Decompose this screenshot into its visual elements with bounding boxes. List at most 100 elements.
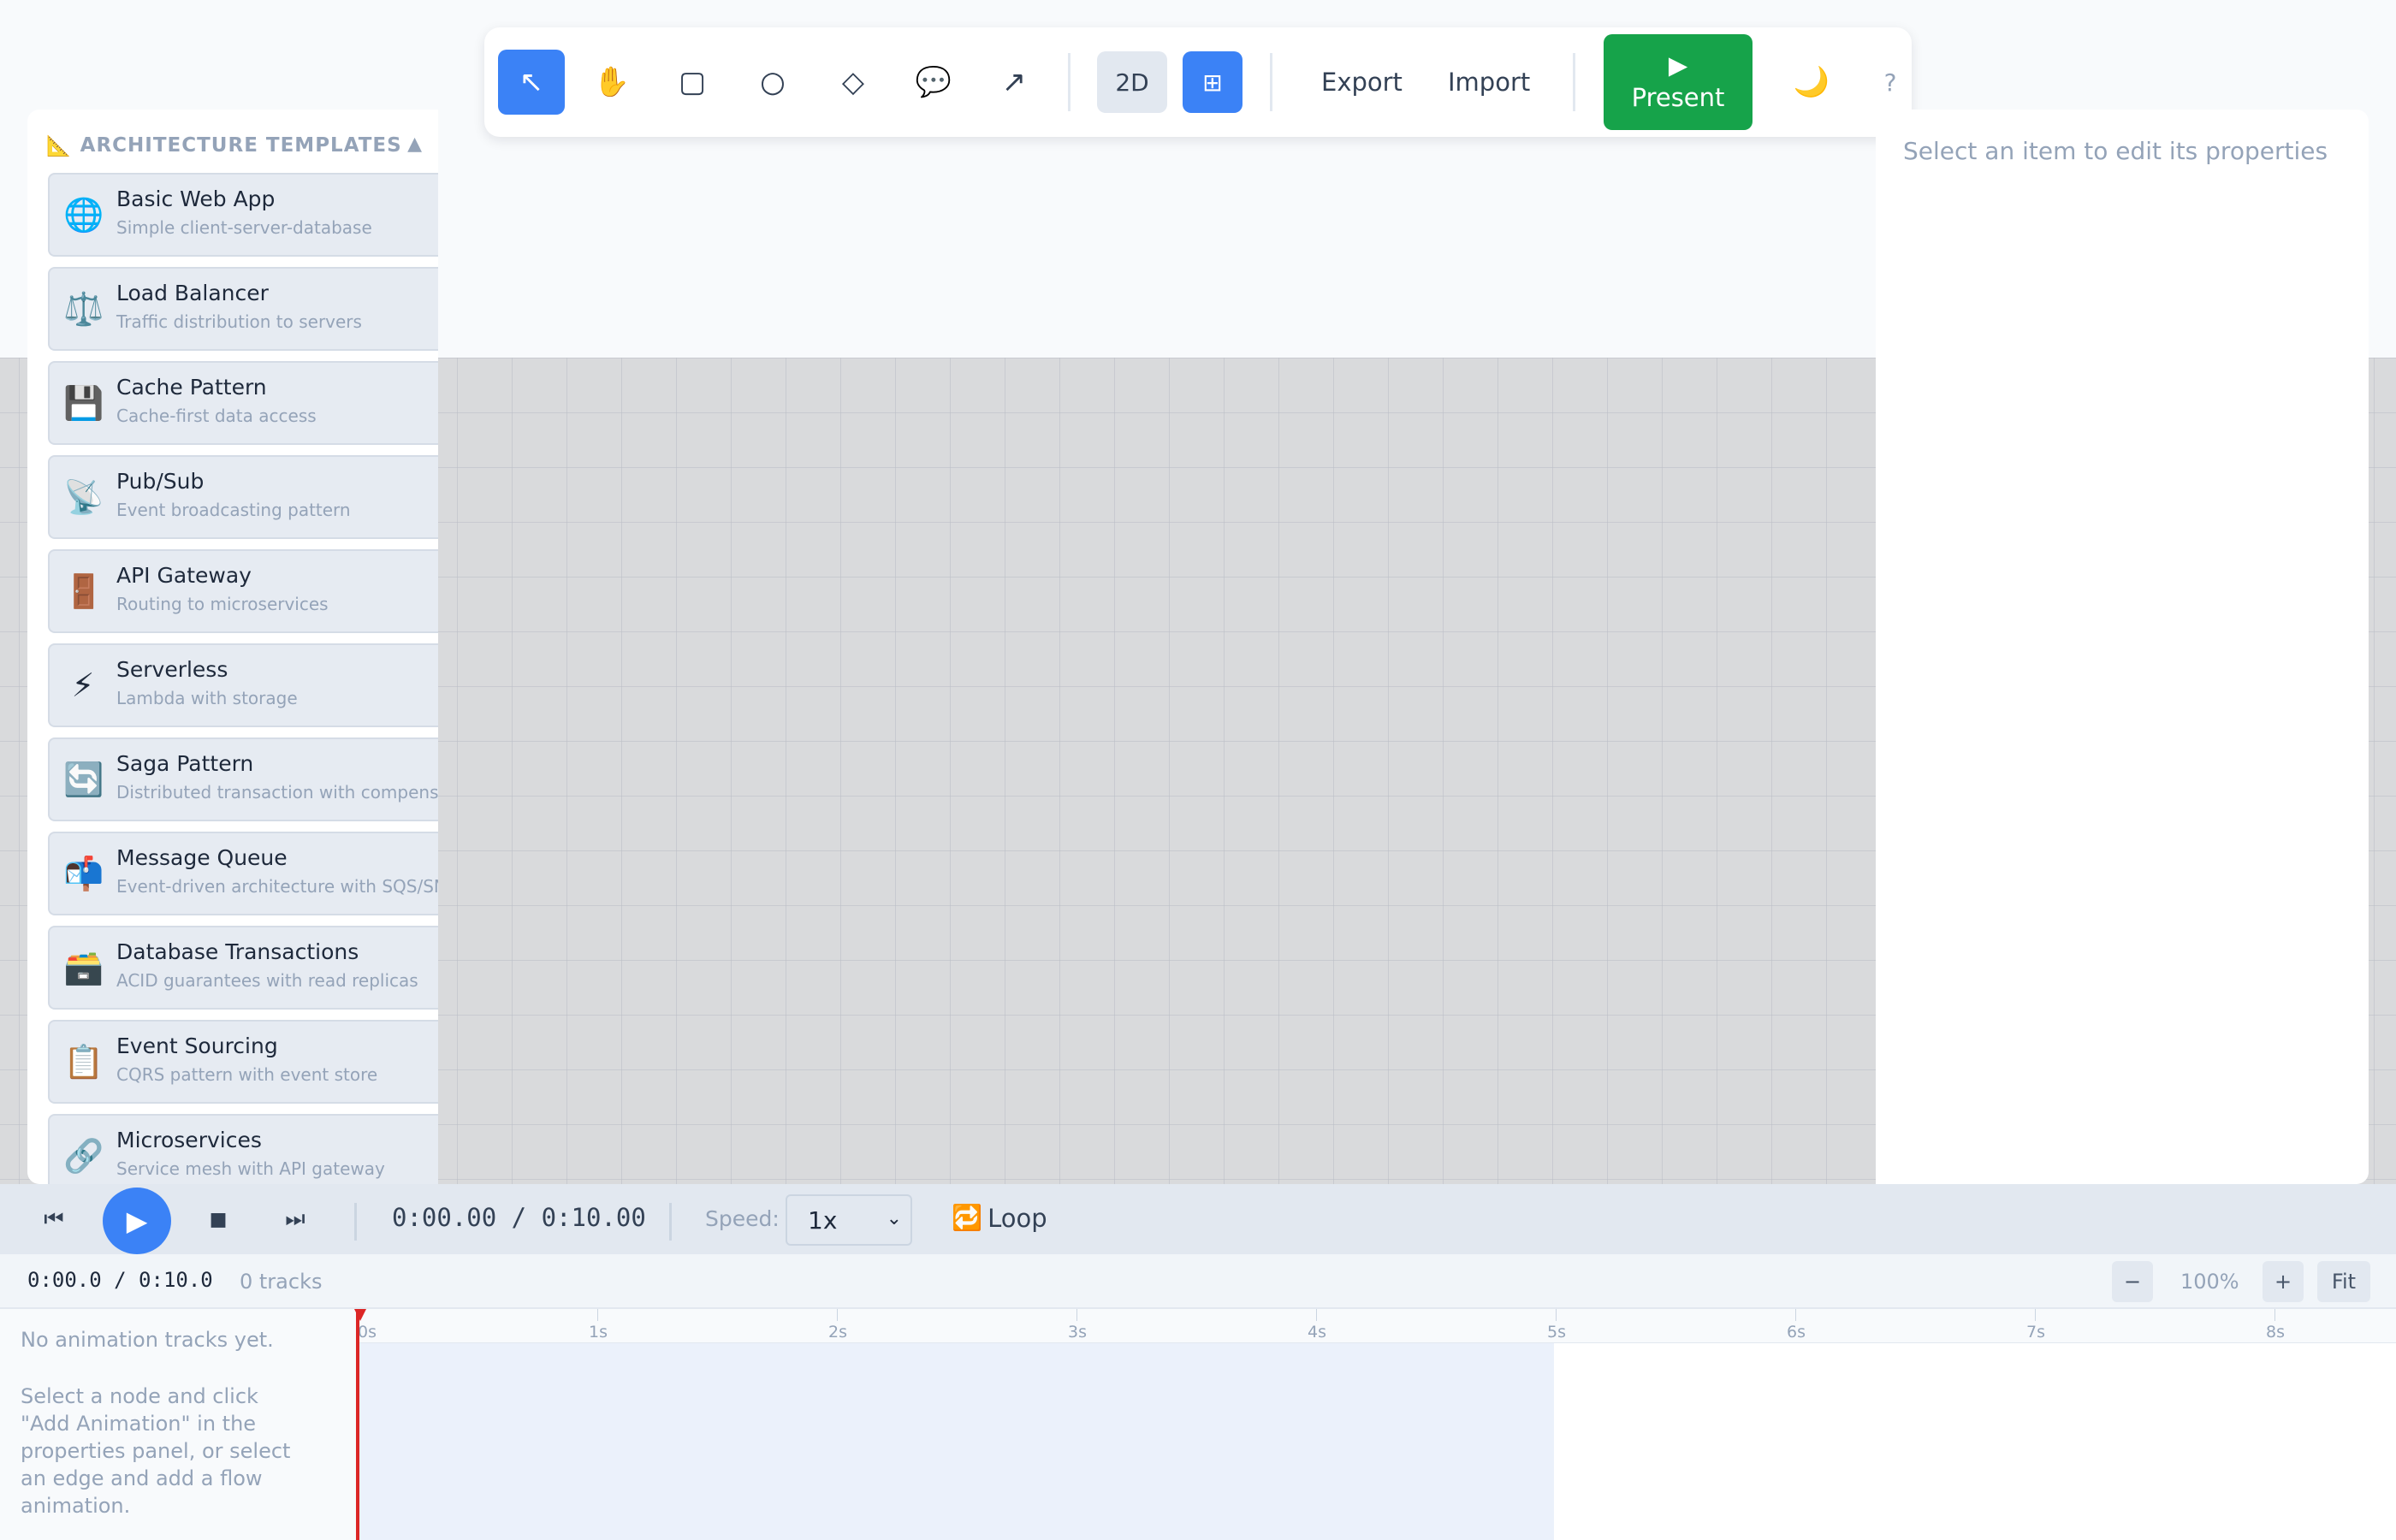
ruler-label: 3s [1068,1323,1087,1342]
toolbar: ↖ ✋ ▢ ○ ◇ 💬 ↗ 2D ⊞ Export Import ▶ Prese… [484,27,1912,137]
playback-bar: ⏮ ▶ ■ ⏭ 0:00.00 / 0:10.00 Speed: 1x ⌄ 🔁 … [0,1184,2396,1254]
playhead[interactable] [356,1309,359,1540]
ruler-label: 7s [2026,1323,2045,1342]
template-title: Load Balancer [116,281,269,305]
ruler-label: 6s [1787,1323,1806,1342]
present-button[interactable]: ▶ Present [1604,34,1753,130]
template-icon: 🌐 [63,196,104,234]
ruler-tick [1316,1309,1317,1321]
template-item[interactable]: 📋 Event Sourcing CQRS pattern with event s… [48,1020,438,1104]
ruler-label: 8s [2266,1323,2285,1342]
timeline-empty-description: Select a node and click "Add Animation" … [21,1384,291,1518]
template-title: Cache Pattern [116,375,267,400]
template-title: Event Sourcing [116,1034,278,1058]
template-icon: 🚪 [63,572,104,610]
zoom-fit-button[interactable]: Fit [2317,1261,2370,1302]
template-description: Lambda with storage [116,688,298,708]
pan-tool-button[interactable]: ✋ [578,50,645,115]
template-title: Message Queue [116,845,288,870]
toolbar-divider [1573,53,1575,111]
loop-toggle[interactable]: 🔁 Loop [952,1203,1047,1233]
zoom-in-button[interactable]: + [2263,1261,2304,1302]
chevron-down-icon: ⌄ [886,1208,902,1229]
ruler-label: 0s [358,1323,377,1342]
zoom-out-button[interactable]: − [2112,1261,2153,1302]
import-button[interactable]: Import [1448,50,1530,115]
template-item[interactable]: 🚪 API Gateway Routing to microservices [48,549,438,633]
diamond-tool-button[interactable]: ◇ [820,50,887,115]
timeline-active-range[interactable] [358,1343,1554,1540]
template-icon: ⚡ [71,666,95,704]
template-item[interactable]: 🌐 Basic Web App Simple client-server-datab… [48,173,438,257]
timeline-time: 0:00.0 / 0:10.0 [27,1268,213,1292]
present-label: Present [1631,83,1725,112]
template-item[interactable]: 💾 Cache Pattern Cache-first data access [48,361,438,445]
template-description: Distributed transaction with compensatio… [116,782,438,803]
play-button[interactable]: ▶ [103,1188,171,1254]
template-item[interactable]: 🗃️ Database Transactions ACID guarantees w… [48,926,438,1010]
template-title: Basic Web App [116,187,276,211]
help-button[interactable]: ? [1857,50,1924,115]
templates-sidebar: 📐 ARCHITECTURE TEMPLATES ▲ 🌐 Basic Web Ap… [27,110,438,1184]
ruler-tick [1556,1309,1557,1321]
template-title: Pub/Sub [116,469,205,494]
circle-tool-button[interactable]: ○ [739,50,806,115]
template-icon: 🔄 [63,761,104,798]
template-icon: 📬 [63,855,104,892]
ruler-label: 2s [828,1323,847,1342]
view-2d-toggle[interactable]: 2D [1097,51,1167,113]
template-item[interactable]: 🔄 Saga Pattern Distributed transaction wit… [48,737,438,821]
template-description: Service mesh with API gateway [116,1158,385,1179]
template-description: Simple client-server-database [116,217,372,238]
skip-forward-icon[interactable]: ⏭ [272,1196,318,1242]
template-title: API Gateway [116,563,252,588]
template-item[interactable]: 📬 Message Queue Event-driven architecture … [48,832,438,915]
zoom-level: 100% [2180,1270,2239,1294]
template-title: Saga Pattern [116,751,254,776]
ruler-tick [597,1309,598,1321]
template-description: ACID guarantees with read replicas [116,970,418,991]
template-title: Microservices [116,1128,262,1152]
loop-icon: 🔁 [952,1203,983,1232]
ruler-label: 5s [1547,1323,1566,1342]
ruler-tick [1795,1309,1796,1321]
select-tool-button[interactable]: ↖ [498,50,565,115]
template-item[interactable]: ⚡ Serverless Lambda with storage [48,643,438,727]
ruler-label: 1s [589,1323,608,1342]
template-icon: 🗃️ [63,949,104,986]
timeline-empty-title: No animation tracks yet. [21,1328,274,1352]
track-count: 0 tracks [240,1270,323,1294]
templates-header[interactable]: 📐 ARCHITECTURE TEMPLATES ▲ [46,128,423,163]
template-description: Routing to microservices [116,594,329,614]
speed-select[interactable]: 1x ⌄ [786,1194,912,1246]
ruler-tick [837,1309,838,1321]
template-title: Serverless [116,657,228,682]
arrow-tool-button[interactable]: ↗ [981,50,1047,115]
stop-button[interactable]: ■ [195,1196,241,1242]
timeline-header: 0:00.0 / 0:10.0 0 tracks − 100% + Fit [0,1254,2396,1309]
export-button[interactable]: Export [1321,50,1403,115]
template-icon: 📡 [63,478,104,516]
grid-toggle[interactable]: ⊞ [1183,51,1242,113]
ruler-label: 4s [1308,1323,1326,1342]
template-icon: ⚖️ [63,290,104,328]
ruler-icon: 📐 [46,134,72,157]
track-list-panel: No animation tracks yet. Select a node a… [0,1309,358,1540]
template-description: CQRS pattern with event store [116,1064,378,1085]
template-title: Database Transactions [116,939,359,964]
template-item[interactable]: ⚖️ Load Balancer Traffic distribution to s… [48,267,438,351]
template-description: Cache-first data access [116,406,317,426]
rectangle-tool-button[interactable]: ▢ [659,50,726,115]
player-divider [669,1203,672,1241]
template-icon: 💾 [63,384,104,422]
collapse-icon[interactable]: ▲ [407,133,423,155]
skip-back-icon[interactable]: ⏮ [31,1196,77,1242]
template-description: Traffic distribution to servers [116,311,362,332]
comment-tool-button[interactable]: 💬 [900,50,967,115]
theme-toggle-icon[interactable]: 🌙 [1778,50,1845,115]
ruler-tick [1076,1309,1077,1321]
template-item[interactable]: 📡 Pub/Sub Event broadcasting pattern [48,455,438,539]
timeline-ruler[interactable]: 0s 1s 2s 3s 4s 5s 6s 7s 8s [358,1309,2396,1343]
template-item[interactable]: 🔗 Microservices Service mesh with API gate… [48,1114,438,1184]
playhead-handle[interactable] [354,1309,366,1321]
